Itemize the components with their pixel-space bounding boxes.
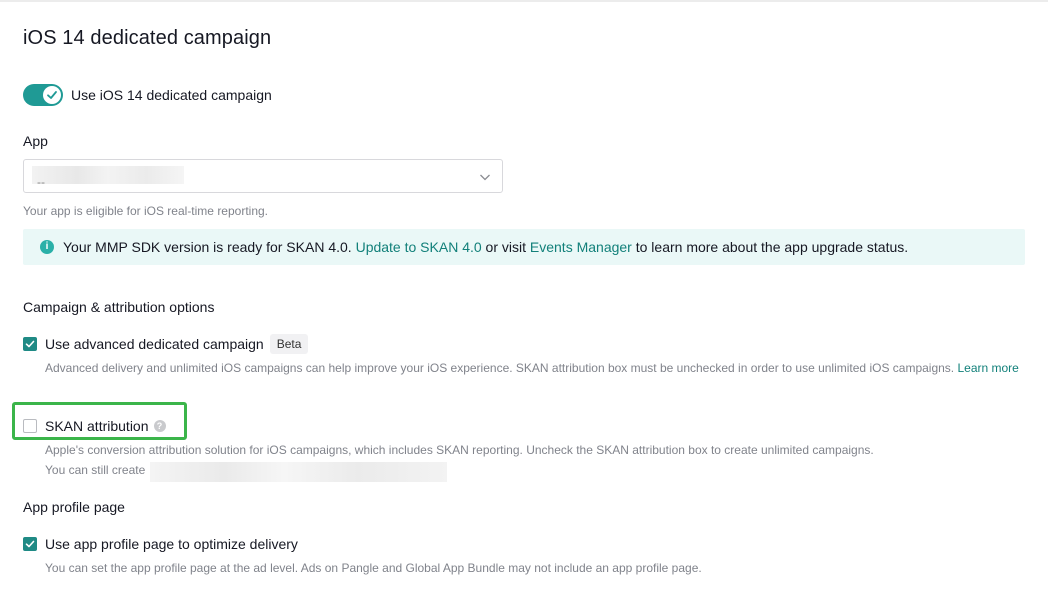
app-profile-option[interactable]: Use app profile page to optimize deliver… xyxy=(23,536,298,552)
top-divider xyxy=(0,0,1048,2)
beta-badge: Beta xyxy=(269,334,309,354)
events-manager-link[interactable]: Events Manager xyxy=(530,239,632,255)
redacted-app-name xyxy=(32,166,184,184)
skan-attribution-option[interactable]: SKAN attribution ? xyxy=(23,418,166,434)
toggle-label: Use iOS 14 dedicated campaign xyxy=(71,87,272,103)
skan-attribution-label: SKAN attribution xyxy=(45,418,149,434)
skan-desc: Apple's conversion attribution solution … xyxy=(45,443,874,457)
learn-more-link[interactable]: Learn more xyxy=(957,361,1018,375)
banner-text: Your MMP SDK version is ready for SKAN 4… xyxy=(63,239,909,255)
app-profile-checkbox[interactable] xyxy=(23,537,37,551)
advanced-campaign-label: Use advanced dedicated campaign xyxy=(45,336,264,352)
advanced-campaign-desc: Advanced delivery and unlimited iOS camp… xyxy=(45,361,1019,375)
update-skan-link[interactable]: Update to SKAN 4.0 xyxy=(356,239,482,255)
ios14-toggle-row[interactable]: Use iOS 14 dedicated campaign xyxy=(23,84,272,106)
info-icon: i xyxy=(40,240,54,254)
advanced-campaign-option[interactable]: Use advanced dedicated campaign Beta xyxy=(23,334,309,354)
check-icon xyxy=(43,86,61,104)
chevron-down-icon xyxy=(479,170,491,188)
redacted-text xyxy=(150,462,447,482)
advanced-campaign-checkbox[interactable] xyxy=(23,337,37,351)
skan-attribution-checkbox[interactable] xyxy=(23,419,37,433)
app-field-label: App xyxy=(23,133,48,149)
campaign-options-title: Campaign & attribution options xyxy=(23,299,215,315)
app-select-value: -- xyxy=(37,175,45,189)
app-profile-desc: You can set the app profile page at the … xyxy=(45,561,702,575)
skan-desc-2: You can still create xyxy=(45,463,146,477)
question-icon[interactable]: ? xyxy=(153,420,166,432)
app-eligibility-hint: Your app is eligible for iOS real-time r… xyxy=(23,204,269,218)
skan-info-banner: i Your MMP SDK version is ready for SKAN… xyxy=(23,229,1025,265)
ios14-toggle[interactable] xyxy=(23,84,63,106)
app-profile-title: App profile page xyxy=(23,499,125,515)
app-profile-label: Use app profile page to optimize deliver… xyxy=(45,536,298,552)
app-select[interactable]: -- xyxy=(23,159,503,193)
page-title: iOS 14 dedicated campaign xyxy=(23,27,272,49)
